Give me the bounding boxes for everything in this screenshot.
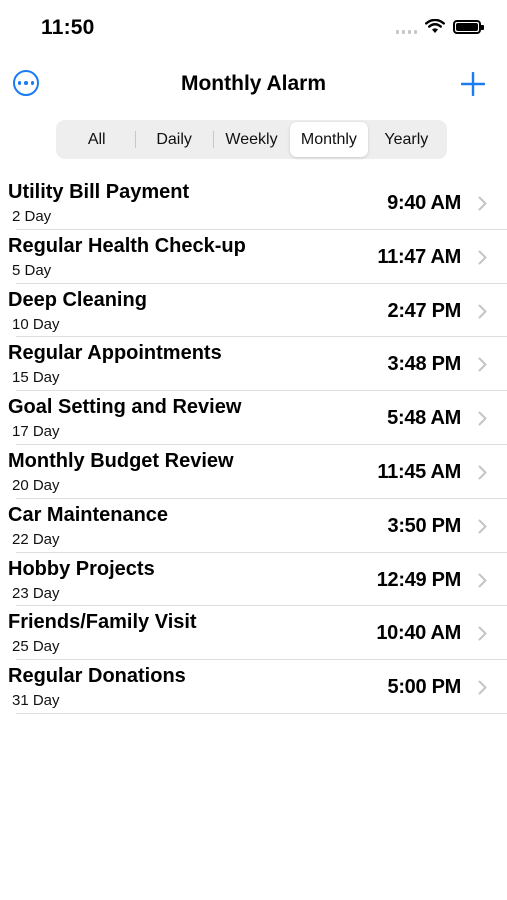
filter-segmented-control: All Daily Weekly Monthly Yearly xyxy=(56,120,447,159)
chevron-right-icon xyxy=(478,465,487,480)
alarm-day: 15 Day xyxy=(12,369,60,387)
alarm-title: Utility Bill Payment xyxy=(8,181,190,203)
segment-yearly[interactable]: Yearly xyxy=(368,122,445,157)
segment-label: All xyxy=(87,130,106,148)
alarm-title: Monthly Budget Review xyxy=(8,449,234,472)
chevron-right-icon xyxy=(478,304,487,319)
chevron-right-icon xyxy=(478,573,487,588)
alarm-row[interactable]: Deep Cleaning 10 Day 2:47 PM xyxy=(0,284,507,338)
alarm-title: Deep Cleaning xyxy=(8,288,147,311)
alarm-title: Hobby Projects xyxy=(8,557,155,580)
alarm-day: 23 Day xyxy=(12,584,60,602)
segment-monthly[interactable]: Monthly xyxy=(290,122,368,157)
alarm-title: Regular Donations xyxy=(8,665,186,688)
alarm-row[interactable]: Car Maintenance 22 Day 3:50 PM xyxy=(0,499,507,553)
alarm-day: 20 Day xyxy=(12,476,60,494)
screen: 11:50 Monthly Alarm All Daily Weekly Mon… xyxy=(0,0,507,900)
alarm-time: 10:40 AM xyxy=(376,622,461,645)
chevron-right-icon xyxy=(478,680,487,695)
page-title: Monthly Alarm xyxy=(180,72,327,95)
alarm-row[interactable]: Hobby Projects 23 Day 12:49 PM xyxy=(0,553,507,607)
segment-label: Monthly xyxy=(300,130,357,148)
alarm-day: 25 Day xyxy=(12,638,60,656)
alarm-title: Goal Setting and Review xyxy=(8,396,242,419)
alarm-time: 11:45 AM xyxy=(377,460,461,483)
cellular-signal-icon xyxy=(396,20,417,34)
alarm-title: Regular Health Check-up xyxy=(8,234,246,257)
alarm-list: Utility Bill Payment 2 Day 9:40 AM Regul… xyxy=(0,176,507,714)
alarm-title: Car Maintenance xyxy=(8,503,169,526)
alarm-title: Regular Appointments xyxy=(8,342,222,365)
alarm-day: 5 Day xyxy=(12,261,52,279)
segment-daily[interactable]: Daily xyxy=(135,122,212,157)
segment-label: Weekly xyxy=(225,130,278,148)
alarm-time: 2:47 PM xyxy=(387,299,462,322)
alarm-row[interactable]: Regular Appointments 15 Day 3:48 PM xyxy=(0,337,507,392)
alarm-day: 2 Day xyxy=(12,208,52,225)
alarm-time: 5:48 AM xyxy=(387,407,461,430)
plus-icon[interactable] xyxy=(461,72,485,96)
chevron-right-icon xyxy=(478,250,487,265)
alarm-title: Friends/Family Visit xyxy=(8,611,197,634)
alarm-time: 11:47 AM xyxy=(377,245,461,268)
segment-weekly[interactable]: Weekly xyxy=(212,122,290,157)
alarm-row[interactable]: Regular Donations 31 Day 5:00 PM xyxy=(0,660,507,714)
chevron-right-icon xyxy=(478,357,487,372)
alarm-time: 5:00 PM xyxy=(387,676,462,699)
chevron-right-icon xyxy=(478,519,487,534)
alarm-day: 22 Day xyxy=(12,530,60,548)
alarm-time: 12:49 PM xyxy=(376,568,462,591)
alarm-row[interactable]: Friends/Family Visit 25 Day 10:40 AM xyxy=(0,606,507,661)
alarm-row[interactable]: Monthly Budget Review 20 Day 11:45 AM xyxy=(0,445,507,499)
status-icons xyxy=(396,19,484,34)
alarm-row[interactable]: Regular Health Check-up 5 Day 11:47 AM xyxy=(0,230,507,284)
segment-label: Daily xyxy=(156,130,192,148)
alarm-time: 3:48 PM xyxy=(387,353,462,376)
alarm-day: 10 Day xyxy=(12,315,60,333)
alarm-row[interactable]: Utility Bill Payment 2 Day 9:40 AM xyxy=(0,176,507,230)
alarm-day: 17 Day xyxy=(12,423,60,441)
alarm-row[interactable]: Goal Setting and Review 17 Day 5:48 AM xyxy=(0,391,507,445)
alarm-day: 31 Day xyxy=(12,692,60,710)
chevron-right-icon xyxy=(478,196,487,211)
wifi-icon xyxy=(425,19,445,33)
chevron-right-icon xyxy=(478,411,487,426)
status-time: 11:50 xyxy=(41,16,95,39)
chevron-right-icon xyxy=(478,626,487,641)
row-divider xyxy=(16,712,507,714)
alarm-time: 3:50 PM xyxy=(387,514,462,537)
segment-label: Yearly xyxy=(384,130,429,148)
alarm-time: 9:40 AM xyxy=(387,192,461,214)
battery-icon xyxy=(453,19,484,34)
segment-all[interactable]: All xyxy=(58,122,135,157)
